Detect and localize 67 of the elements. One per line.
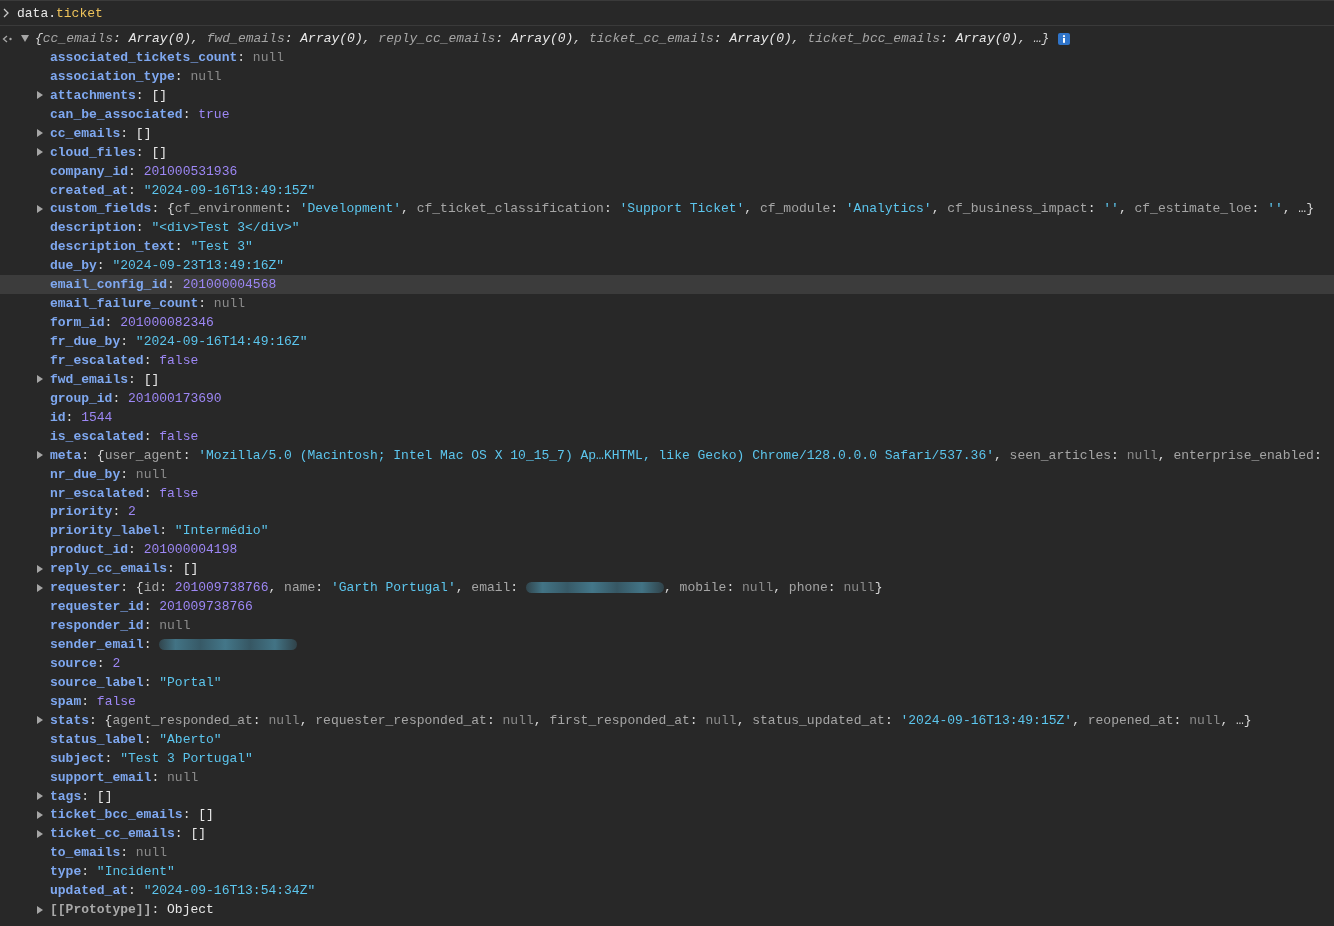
caret-right-icon[interactable] [37,451,43,460]
property-text: email_config_id: 201000004568 [50,276,277,295]
caret-right-icon[interactable] [37,204,43,213]
caret-right-icon[interactable] [37,792,43,801]
property-text: subject: "Test 3 Portugal" [50,749,253,768]
property-text: meta: {user_agent: 'Mozilla/5.0 (Macintosh; Intel Mac OS X 10_15_7) Ap…KHTML, like Gecko) Chrome/128.0.0.0 Safari/537.36', seen_articles: null, enterprise_enabled: [50,446,1322,465]
property-text: to_emails: null [50,844,168,863]
property-text: company_id: 201000531936 [50,162,238,181]
property-text: nr_escalated: false [50,484,199,503]
property-text: nr_due_by: null [50,465,168,484]
caret-right-icon[interactable] [37,148,43,157]
property-text: type: "Incident" [50,863,175,882]
caret-right-icon[interactable] [37,564,43,573]
property-text: stats: {agent_responded_at: null, requester_responded_at: null, first_responded_at: null, status_updated_at: '2024-09-16T13:49:15Z', reopened_at: null, …} [50,711,1252,730]
property-text: form_id: 201000082346 [50,314,214,333]
property-text: ticket_bcc_emails: [] [50,806,214,825]
caret-right-icon[interactable] [37,905,43,914]
property-text: reply_cc_emails: [] [50,560,199,579]
caret-right-icon[interactable] [37,810,43,819]
property-text: support_email: null [50,768,199,787]
caret-right-icon[interactable] [37,583,43,592]
property-text: email_failure_count: null [50,295,246,314]
caret-right-icon[interactable] [37,129,43,138]
property-text: , mobile: null, phone: null} [663,579,883,598]
property-text: id: 1544 [50,408,113,427]
property-text: source: 2 [50,654,121,673]
property-text: requester: {id: 201009738766, name: 'Garth Portugal', email: [50,579,520,598]
selected-row[interactable]: email_config_id: 201000004568 [0,275,1334,295]
property-text: spam: false [50,692,136,711]
property-text: requester_id: 201009738766 [50,598,253,617]
property-text: cloud_files: [] [50,143,168,162]
property-text: description: "<div>Test 3</div>" [50,219,300,238]
property-text: updated_at: "2024-09-16T13:54:34Z" [50,882,316,901]
command-text: data.ticket [17,4,103,23]
property-text: description_text: "Test 3" [50,238,253,257]
property-text: source_label: "Portal" [50,673,222,692]
property-text: cc_emails: [] [50,124,152,143]
caret-right-icon[interactable] [37,91,43,100]
property-text: responder_id: null [50,617,191,636]
caret-right-icon[interactable] [37,829,43,838]
property-text: sender_email: [50,636,153,655]
property-text: [[Prototype]]: Object [50,901,214,920]
caret-down-icon[interactable] [21,35,29,42]
property-text: associated_tickets_count: null [50,48,285,67]
property-text: fr_due_by: "2024-09-16T14:49:16Z" [50,333,308,352]
info-icon [1058,32,1071,45]
property-text: custom_fields: {cf_environment: 'Development', cf_ticket_classification: 'Support Ticket', cf_module: 'Analytics', cf_business_impact: '', cf_estimate_loe: '', …} [50,200,1314,219]
property-text: can_be_associated: true [50,105,230,124]
property-text: fr_escalated: false [50,351,199,370]
property-text: ticket_cc_emails: [] [50,825,207,844]
property-text: created_at: "2024-09-16T13:49:15Z" [50,181,316,200]
property-text: priority: 2 [50,503,136,522]
property-text: attachments: [] [50,86,168,105]
property-text: product_id: 201000004198 [50,541,238,560]
object-preview-text: {cc_emails: Array(0), fwd_emails: Array(0), reply_cc_emails: Array(0), ticket_cc_emails: Array(0), ticket_bcc_emails: Array(0), …} [35,30,1050,48]
property-text: group_id: 201000173690 [50,389,222,408]
caret-right-icon[interactable] [37,375,43,384]
property-text: is_escalated: false [50,427,199,446]
property-text: fwd_emails: [] [50,370,160,389]
property-text: tags: [] [50,787,113,806]
property-text: association_type: null [50,67,222,86]
chevron-left-dot-icon [2,34,12,43]
property-text: due_by: "2024-09-23T13:49:16Z" [50,257,285,276]
chevron-right-icon [3,8,9,18]
caret-right-icon[interactable] [37,716,43,725]
property-text: status_label: "Aberto" [50,730,222,749]
property-text: priority_label: "Intermédio" [50,522,269,541]
